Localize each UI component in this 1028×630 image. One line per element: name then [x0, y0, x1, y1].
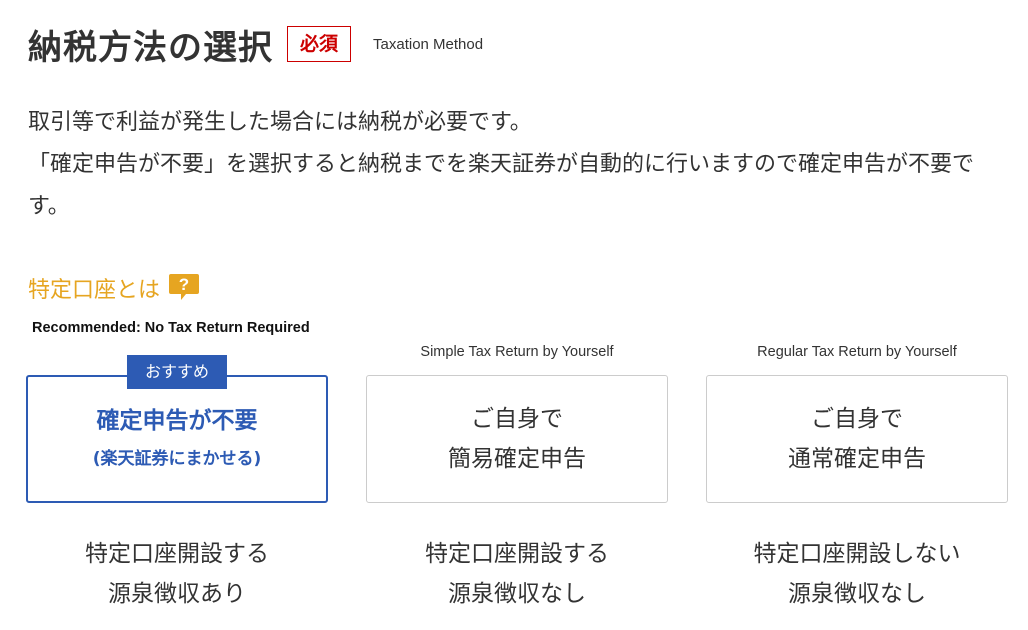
option-card-regular-tax-return[interactable]: ご自身で 通常確定申告 — [706, 375, 1008, 503]
option-result-simple: 特定口座開設する 源泉徴収なし — [366, 534, 668, 614]
result-withholding-line: 源泉徴収あり — [108, 581, 246, 607]
option-card-title: ご自身で — [471, 406, 563, 432]
page-title-english: Taxation Method — [373, 35, 484, 53]
option-card-no-tax-return[interactable]: おすすめ 確定申告が不要 (楽天証券にまかせる) — [26, 355, 328, 503]
specific-account-help-link[interactable]: 特定口座とは ? — [28, 272, 200, 304]
result-withholding-line: 源泉徴収なし — [448, 581, 586, 607]
description-text: 取引等で利益が発生した場合には納税が必要です。 「確定申告が不要」を選択すると納… — [28, 102, 1003, 228]
svg-text:?: ? — [179, 275, 189, 294]
recommended-tag: おすすめ — [126, 355, 228, 389]
required-badge: 必須 — [287, 26, 352, 62]
page-title: 納税方法の選択 — [28, 27, 273, 68]
result-account-line: 特定口座開設する — [425, 541, 609, 567]
option-card-subtitle: 簡易確定申告 — [448, 446, 586, 472]
option-card-simple-tax-return[interactable]: ご自身で 簡易確定申告 — [366, 375, 668, 503]
option-result-recommended: 特定口座開設する 源泉徴収あり — [26, 534, 328, 614]
section-header: 納税方法の選択 必須 Taxation Method — [28, 20, 483, 68]
option-caption-simple: Simple Tax Return by Yourself — [420, 344, 614, 360]
option-card-title: 確定申告が不要 — [96, 408, 258, 434]
option-caption-regular: Regular Tax Return by Yourself — [757, 344, 957, 360]
option-card-subtitle: (楽天証券にまかせる) — [92, 449, 262, 469]
option-result-regular: 特定口座開設しない 源泉徴収なし — [706, 534, 1008, 614]
help-link-label: 特定口座とは — [28, 278, 161, 303]
option-card-subtitle: 通常確定申告 — [788, 446, 926, 472]
result-account-line: 特定口座開設する — [85, 541, 269, 567]
description-line-1: 取引等で利益が発生した場合には納税が必要です。 — [28, 110, 532, 135]
description-line-2: 「確定申告が不要」を選択すると納税までを楽天証券が自動的に行いますので確定申告が… — [28, 152, 975, 219]
result-withholding-line: 源泉徴収なし — [788, 581, 926, 607]
question-icon[interactable]: ? — [168, 273, 200, 303]
option-card-title: ご自身で — [811, 406, 903, 432]
result-account-line: 特定口座開設しない — [753, 541, 961, 567]
option-caption-recommended: Recommended: No Tax Return Required — [32, 320, 310, 336]
